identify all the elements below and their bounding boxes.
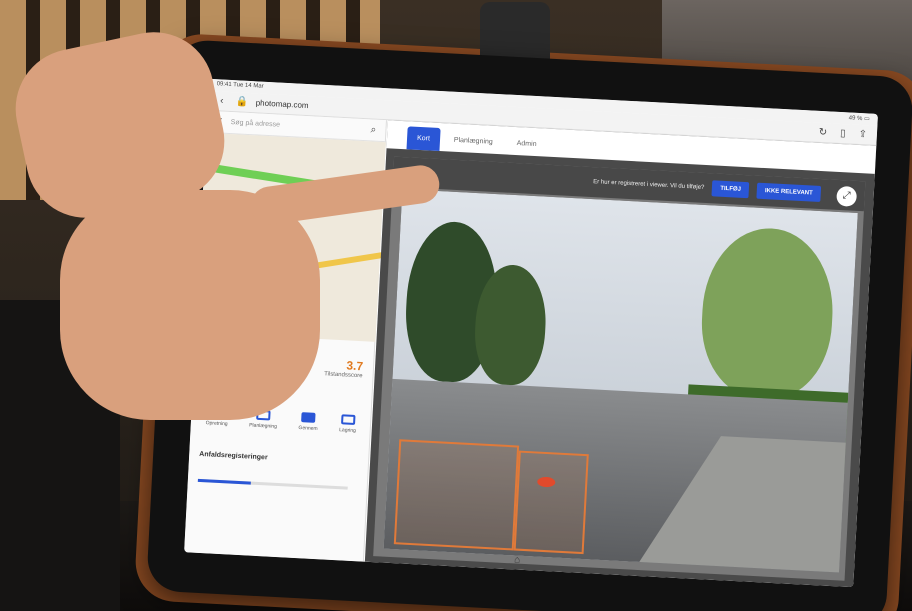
tool-label: Opretning	[205, 420, 228, 428]
annotations-title: Anfaldsregisteringer	[199, 450, 268, 462]
status-battery: 49 % ▭	[848, 115, 870, 123]
tab-admin[interactable]: Admin	[506, 132, 547, 157]
score-block: 3.7 Tilstandsscore	[324, 357, 363, 379]
right-panel: Kort Planlægning Admin Er hur er registr…	[364, 120, 877, 588]
street-viewer[interactable]: Er hur er registreret i viewer. Vil du t…	[373, 156, 866, 581]
save-icon	[340, 414, 356, 425]
tool-label: Planlægning	[249, 422, 278, 430]
annotation-box[interactable]	[393, 439, 520, 551]
home-icon[interactable]: ⌂	[514, 554, 521, 565]
lock-icon: 🔒	[235, 96, 249, 108]
status-time: 09:41 Tue 14 Mar	[216, 81, 264, 90]
fullscreen-icon[interactable]: ⤢	[836, 185, 858, 207]
tab-planlaegning[interactable]: Planlægning	[443, 128, 503, 154]
progress-fill	[197, 478, 251, 485]
search-icon[interactable]: ⌕	[367, 124, 380, 136]
share-icon[interactable]: ⇪	[857, 129, 870, 141]
street-photo	[383, 189, 858, 573]
tool-label: Gennem	[298, 425, 318, 433]
not-relevant-button[interactable]: IKKE RELEVANT	[756, 182, 822, 203]
rect-icon	[301, 412, 316, 423]
reload-icon[interactable]: ↻	[817, 127, 830, 139]
tab-kort[interactable]: Kort	[406, 126, 441, 152]
right-hand	[60, 190, 320, 420]
score-label: Tilstandsscore	[323, 371, 363, 380]
progress-bar	[197, 478, 348, 490]
tool-item[interactable]: Lagring	[339, 414, 357, 434]
tool-label: Lagring	[339, 427, 357, 435]
url-text[interactable]: photomap.com	[255, 98, 308, 110]
search-input[interactable]: Søg på adresse	[230, 119, 280, 129]
bookmark-icon[interactable]: ▯	[837, 128, 850, 140]
annotation-box[interactable]	[513, 450, 589, 555]
prompt-text: Er hur er registreret i viewer. Vil du t…	[593, 179, 705, 191]
add-button[interactable]: TILFØJ	[711, 180, 750, 199]
tool-item[interactable]: Gennem	[298, 412, 318, 432]
